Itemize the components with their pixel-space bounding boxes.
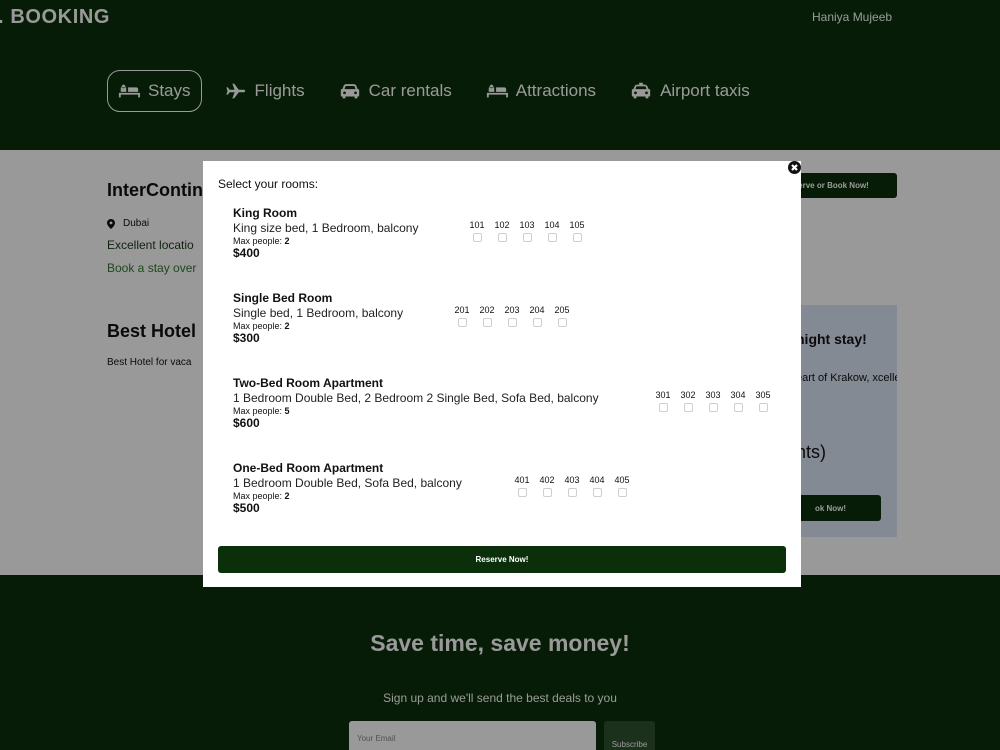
room-number-label: 302 [680, 390, 696, 400]
room-number-option: 304 [726, 390, 750, 412]
room-number-option: 101 [465, 220, 489, 242]
room-number-option: 402 [535, 475, 559, 497]
max-people-label: Max people: [233, 236, 283, 246]
room-number-checkbox[interactable] [572, 233, 582, 242]
room-number-option: 405 [610, 475, 634, 497]
room-number-option: 205 [550, 305, 574, 327]
room-number-checkbox[interactable] [497, 233, 507, 242]
room-number-group: 301 302 303 304 305 [651, 390, 776, 412]
room-description: King size bed, 1 Bedroom, balcony [233, 221, 419, 235]
modal-heading: Select your rooms: [218, 177, 319, 191]
room-number-option: 105 [565, 220, 589, 242]
room-name: One-Bed Room Apartment [233, 461, 384, 475]
room-max-people: Max people: 2 [233, 491, 290, 501]
room-number-label: 103 [519, 220, 535, 230]
room-name: King Room [233, 206, 297, 220]
max-people-value: 2 [284, 236, 290, 246]
room-number-label: 104 [544, 220, 560, 230]
room-number-option: 203 [500, 305, 524, 327]
room-name: Two-Bed Room Apartment [233, 376, 383, 390]
room-number-label: 201 [454, 305, 470, 315]
room-number-checkbox[interactable] [482, 318, 492, 327]
room-number-checkbox[interactable] [733, 403, 743, 412]
room-price: $400 [233, 246, 260, 260]
room-number-label: 305 [755, 390, 771, 400]
room-number-option: 305 [751, 390, 775, 412]
room-number-option: 301 [651, 390, 675, 412]
room-number-label: 402 [539, 475, 555, 485]
max-people-value: 2 [284, 491, 290, 501]
room-option: Two-Bed Room Apartment 1 Bedroom Double B… [233, 376, 793, 436]
room-number-option: 102 [490, 220, 514, 242]
room-name: Single Bed Room [233, 291, 333, 305]
room-number-label: 303 [705, 390, 721, 400]
room-max-people: Max people: 2 [233, 236, 290, 246]
room-number-group: 101 102 103 104 105 [465, 220, 590, 242]
room-number-checkbox[interactable] [567, 488, 577, 497]
room-number-option: 302 [676, 390, 700, 412]
room-number-checkbox[interactable] [532, 318, 542, 327]
room-number-checkbox[interactable] [758, 403, 768, 412]
room-number-label: 301 [655, 390, 671, 400]
room-price: $300 [233, 331, 260, 345]
room-number-option: 403 [560, 475, 584, 497]
room-number-checkbox[interactable] [507, 318, 517, 327]
room-option: One-Bed Room Apartment 1 Bedroom Double B… [233, 461, 793, 521]
room-number-label: 202 [479, 305, 495, 315]
room-number-checkbox[interactable] [517, 488, 527, 497]
room-price: $600 [233, 416, 260, 430]
max-people-value: 2 [284, 321, 290, 331]
room-number-option: 401 [510, 475, 534, 497]
room-number-label: 205 [554, 305, 570, 315]
room-price: $500 [233, 501, 260, 515]
max-people-label: Max people: [233, 491, 283, 501]
room-max-people: Max people: 5 [233, 406, 290, 416]
room-number-group: 401 402 403 404 405 [510, 475, 635, 497]
room-number-label: 403 [564, 475, 580, 485]
room-number-checkbox[interactable] [542, 488, 552, 497]
room-number-label: 102 [494, 220, 510, 230]
room-number-label: 203 [504, 305, 520, 315]
room-number-option: 404 [585, 475, 609, 497]
room-number-option: 104 [540, 220, 564, 242]
max-people-value: 5 [284, 406, 290, 416]
room-number-checkbox[interactable] [472, 233, 482, 242]
room-number-checkbox[interactable] [592, 488, 602, 497]
room-number-checkbox[interactable] [683, 403, 693, 412]
room-description: 1 Bedroom Double Bed, Sofa Bed, balcony [233, 476, 462, 490]
room-number-label: 401 [514, 475, 530, 485]
room-number-checkbox[interactable] [658, 403, 668, 412]
room-number-checkbox[interactable] [617, 488, 627, 497]
room-number-group: 201 202 203 204 205 [450, 305, 575, 327]
room-max-people: Max people: 2 [233, 321, 290, 331]
room-option: King Room King size bed, 1 Bedroom, balco… [233, 206, 793, 266]
room-number-option: 103 [515, 220, 539, 242]
room-option: Single Bed Room Single bed, 1 Bedroom, ba… [233, 291, 793, 351]
room-number-checkbox[interactable] [457, 318, 467, 327]
room-number-checkbox[interactable] [547, 233, 557, 242]
room-number-checkbox[interactable] [522, 233, 532, 242]
room-description: 1 Bedroom Double Bed, 2 Bedroom 2 Single… [233, 391, 599, 405]
reserve-now-button[interactable]: Reserve Now! [218, 546, 786, 573]
room-number-label: 405 [614, 475, 630, 485]
room-number-label: 105 [569, 220, 585, 230]
room-number-checkbox[interactable] [557, 318, 567, 327]
room-number-option: 303 [701, 390, 725, 412]
room-number-checkbox[interactable] [708, 403, 718, 412]
room-number-label: 304 [730, 390, 746, 400]
room-number-label: 404 [589, 475, 605, 485]
room-description: Single bed, 1 Bedroom, balcony [233, 306, 404, 320]
room-number-option: 201 [450, 305, 474, 327]
close-icon [791, 164, 798, 171]
close-modal-button[interactable] [788, 161, 801, 174]
room-number-option: 204 [525, 305, 549, 327]
max-people-label: Max people: [233, 321, 283, 331]
room-number-option: 202 [475, 305, 499, 327]
room-number-label: 204 [529, 305, 545, 315]
max-people-label: Max people: [233, 406, 283, 416]
room-select-modal: Select your rooms: King Room King size be… [203, 161, 801, 587]
room-number-label: 101 [469, 220, 485, 230]
